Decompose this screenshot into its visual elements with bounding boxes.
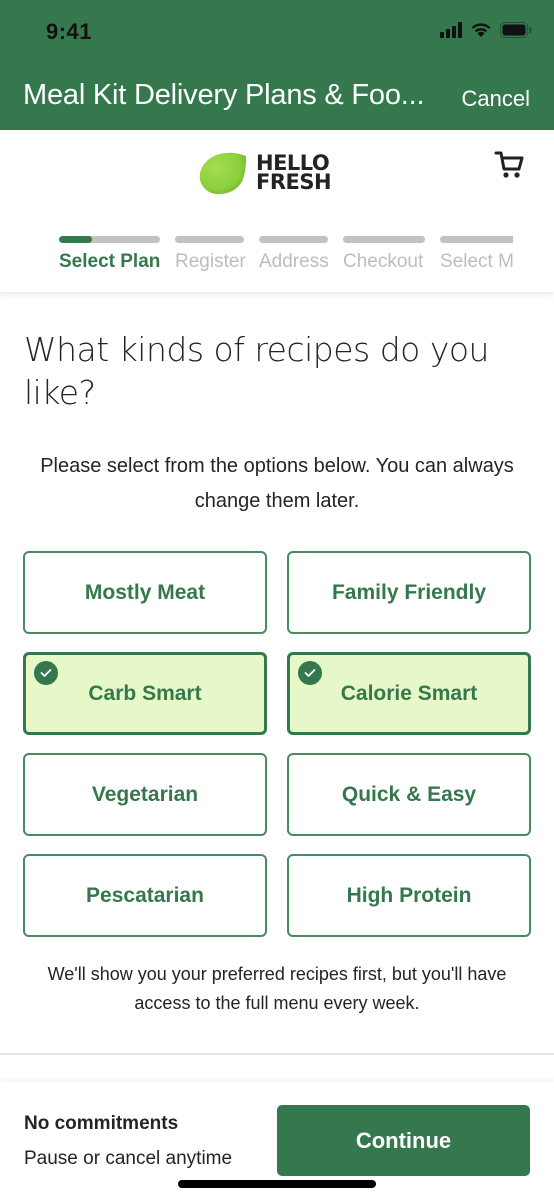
step-bar [59,236,160,243]
step-label: Select M [440,251,513,272]
option-family-friendly[interactable]: Family Friendly [287,551,531,634]
question-heading: What kinds of recipes do you like? [24,330,489,412]
option-label: Mostly Meat [84,580,206,604]
continue-button[interactable]: Continue [277,1105,530,1176]
cart-button[interactable] [494,150,524,185]
step-bar [343,236,425,243]
lime-icon [199,152,246,195]
option-carb-smart[interactable]: Carb Smart [23,652,267,735]
step-bar [175,236,244,243]
step-select-meals: Select M [440,236,513,273]
option-mostly-meat[interactable]: Mostly Meat [23,551,267,634]
option-label: Quick & Easy [341,782,477,806]
cart-icon [494,151,524,178]
site-header: HELLO FRESH Select Plan Register Address… [0,130,554,292]
home-indicator[interactable] [178,1180,376,1188]
progress-stepper: Select Plan Register Address Checkout Se… [59,236,554,273]
logo-line-2: FRESH [256,170,332,194]
step-select-plan: Select Plan [59,236,160,273]
option-label: Family Friendly [331,580,487,604]
option-label: Calorie Smart [340,681,478,705]
option-label: Carb Smart [88,681,202,705]
commitment-subtitle: Pause or cancel anytime [24,1148,233,1169]
subtitle: Please select from the options below. Yo… [40,455,514,512]
cellular-signal-icon [440,22,462,38]
recipe-preference-options: Mostly Meat Family Friendly Carb Smart C… [23,551,531,937]
step-bar [440,236,513,243]
page-title: Meal Kit Delivery Plans & Foo... [23,79,425,111]
commitment-title: No commitments [24,1113,179,1134]
option-label: High Protein [346,883,472,907]
battery-icon [500,22,532,38]
option-high-protein[interactable]: High Protein [287,854,531,937]
option-label: Vegetarian [91,782,199,806]
step-bar [259,236,328,243]
hellofresh-logo[interactable]: HELLO FRESH [196,150,332,196]
option-vegetarian[interactable]: Vegetarian [23,753,267,836]
step-label: Address [259,251,329,272]
option-quick-easy[interactable]: Quick & Easy [287,753,531,836]
footnote: We'll show you your preferred recipes fi… [47,964,507,1013]
step-address: Address [259,236,329,273]
step-label: Register [175,251,246,272]
wifi-icon [470,22,492,38]
step-register: Register [175,236,246,273]
step-label: Select Plan [59,251,161,272]
option-pescatarian[interactable]: Pescatarian [23,854,267,937]
cancel-button[interactable]: Cancel [462,86,530,112]
status-time: 9:41 [46,19,93,44]
step-progress-fill [59,236,93,243]
option-label: Pescatarian [86,883,204,907]
step-checkout: Checkout [343,236,425,273]
checkmark-icon [34,661,58,685]
logo-wordmark: HELLO FRESH [256,153,332,194]
option-calorie-smart[interactable]: Calorie Smart [287,652,531,735]
checkmark-icon [298,661,322,685]
status-icons [440,22,532,38]
step-label: Checkout [343,251,424,272]
top-bar: 9:41 Meal Kit Delivery Plans & Foo... Ca… [0,0,554,130]
divider [0,1053,554,1055]
